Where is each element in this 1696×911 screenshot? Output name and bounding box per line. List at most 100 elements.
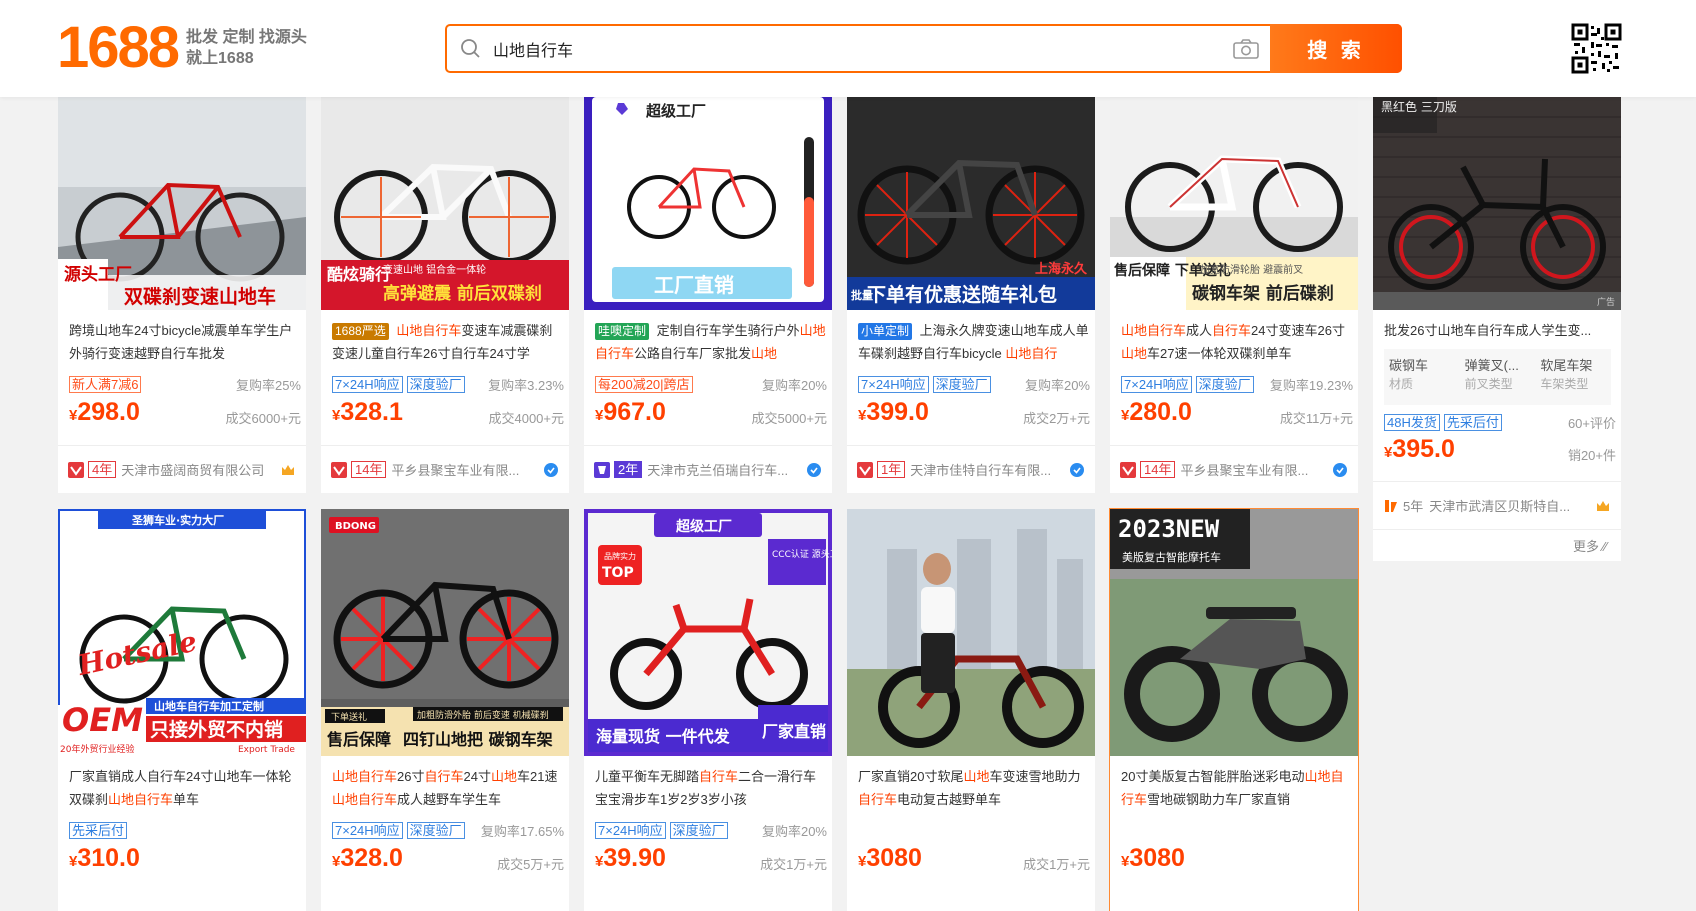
search-box <box>445 24 1402 73</box>
chevron-icon: ⁄⁄ <box>1602 539 1607 554</box>
product-title[interactable]: 1688严选 山地自行车变速车减震碟刹变速儿童自行车26寸自行车24寸学 <box>332 319 564 365</box>
top-header: 1688 批发 定制 找源头 就上1688 搜 索 <box>0 0 1696 97</box>
shop-name[interactable]: 天津市盛阔商贸有限公司 <box>121 460 274 479</box>
product-image[interactable]: 酷炫骑行 变速山地 铝合金一体轮 高弹避震 前后双碟刹 <box>321 97 569 310</box>
product-title[interactable]: 厂家直销成人自行车24寸山地车一体轮双碟刹山地自行车单车 <box>69 765 301 811</box>
service-tag: 7×24H响应 <box>858 375 929 393</box>
price-row: ¥395.0 销20+件 <box>1384 435 1616 467</box>
product-title[interactable]: 20寸美版复古智能胖胎迷彩电动山地自行车雪地碳钢助力车厂家直销 <box>1121 765 1353 811</box>
shop-row[interactable]: 5年 天津市武清区贝斯特自... <box>1373 481 1621 529</box>
search-input[interactable] <box>493 39 1193 58</box>
product-image[interactable]: 工厂直销 超级工厂 <box>584 97 832 310</box>
product-title[interactable]: 哇噢定制 定制自行车学生骑行户外山地自行车公路自行车厂家批发山地 <box>595 319 827 365</box>
shop-row[interactable]: 1年 天津市佳特自行车有限... <box>847 445 1095 493</box>
product-card[interactable]: 厂家直销20寸软尾山地车变速雪地助力自行车电动复古越野单车 ¥3080 成交1万… <box>847 509 1095 911</box>
product-image[interactable]: 黑红色 三刀版 广告 <box>1373 97 1621 310</box>
banner-text: 源头工厂 <box>64 264 132 285</box>
shop-years: 1年 <box>877 461 906 478</box>
product-card[interactable]: 酷炫骑行 变速山地 铝合金一体轮 高弹避震 前后双碟刹 1688严选 山地自行车… <box>321 97 569 493</box>
product-image[interactable]: 圣狮车业·实力大厂 Hotsale OEM 山地车自行车加工定制 只接外贸不内销… <box>58 509 306 756</box>
logo-slogan: 批发 定制 找源头 就上1688 <box>186 27 307 69</box>
camera-search-icon[interactable] <box>1232 38 1260 60</box>
chengxin-icon <box>1385 499 1397 512</box>
service-tag: 深度验厂 <box>1195 375 1254 393</box>
banner-sub-text: 变速山地 铝合金一体轮 <box>383 263 486 276</box>
service-tag: 7×24H响应 <box>332 821 403 839</box>
banner-tiny-text: 下单送礼 <box>331 711 367 723</box>
more-link[interactable]: 更多 ⁄⁄ <box>1373 529 1621 561</box>
tag-row: 7×24H响应 深度验厂 复购率20% <box>595 821 827 839</box>
verified-icon <box>1070 462 1084 477</box>
crown-icon <box>1597 500 1609 511</box>
product-card[interactable]: 源头工厂 双碟刹变速山地车 跨境山地车24寸bicycle减震单车学生户外骑行变… <box>58 97 306 493</box>
tag-row: 7×24H响应 深度验厂 复购率19.23% <box>1121 375 1353 393</box>
shop-icon <box>331 461 347 478</box>
product-image[interactable]: 源头工厂 双碟刹变速山地车 <box>58 97 306 310</box>
product-card[interactable]: 圣狮车业·实力大厂 Hotsale OEM 山地车自行车加工定制 只接外贸不内销… <box>58 509 306 911</box>
product-card[interactable]: 售后保障 下单送礼 加宽防滑轮胎 避震前叉 碳钢车架 前后碟刹 山地自行车成人自… <box>1110 97 1358 493</box>
shop-name[interactable]: 天津市克兰佰瑞自行车... <box>647 460 800 479</box>
attribute-table: 碳钢车 材质 弹簧叉(... 前叉类型 软尾车架 车架类型 <box>1384 349 1611 405</box>
product-card[interactable]: 批量 下单有优惠送随车礼包 上海永久 小单定制 上海永久牌变速山地车成人单车碟刹… <box>847 97 1095 493</box>
rebuy-rate: 复购率19.23% <box>1269 377 1353 393</box>
product-card[interactable]: 超级工厂 品牌实力 TOP CCC认证 源头工厂 闪电发货 海量现货 一件代发 … <box>584 509 832 911</box>
banner-text: 圣狮车业·实力大厂 <box>131 513 224 527</box>
ad-product-card[interactable]: 黑红色 三刀版 广告 批发26寸山地车自行车成人学生变... 碳钢车 材质 弹簧叉… <box>1373 97 1621 561</box>
promo-tag: 每200减20|跨店 <box>595 375 693 393</box>
banner-text: 售后保障 <box>327 730 391 749</box>
verified-icon <box>1333 462 1347 477</box>
tag-row: 新人满7减6 复购率25% <box>69 375 301 393</box>
banner-text: 下单有优惠送随车礼包 <box>867 283 1057 306</box>
shop-row[interactable]: 14年 平乡县聚宝车业有限... <box>321 445 569 493</box>
shop-icon <box>68 461 84 478</box>
banner-sub-text: 加宽防滑轮胎 避震前叉 <box>1200 263 1303 276</box>
price-row: ¥3080 成交1万+元 <box>858 844 1090 876</box>
shop-row[interactable]: 2年 天津市克兰佰瑞自行车... <box>584 445 832 493</box>
banner-text: 只接外贸不内销 <box>150 718 283 741</box>
shop-row[interactable]: 14年 平乡县聚宝车业有限... <box>1110 445 1358 493</box>
qr-code-icon[interactable] <box>1571 23 1622 74</box>
product-title[interactable]: 儿童平衡车无脚踏自行车二合一滑行车宝宝滑步车1岁2岁3岁小孩 <box>595 765 827 811</box>
attr-material: 碳钢车 材质 <box>1389 358 1429 391</box>
banner-text: 海量现货 一件代发 <box>596 727 731 746</box>
service-tag: 7×24H响应 <box>332 375 403 393</box>
shop-name[interactable]: 天津市佳特自行车有限... <box>910 460 1063 479</box>
price-row: ¥298.0 成交6000+元 <box>69 398 301 430</box>
price-row: ¥399.0 成交2万+元 <box>858 398 1090 430</box>
shop-name[interactable]: 平乡县聚宝车业有限... <box>391 460 537 479</box>
product-image[interactable]: 2023NEW 美版复古智能摩托车 <box>1110 509 1358 756</box>
tag-row: 7×24H响应 深度验厂 复购率20% <box>858 375 1090 393</box>
crown-icon <box>282 464 294 475</box>
product-title[interactable]: 批发26寸山地车自行车成人学生变... <box>1384 319 1616 342</box>
shop-years: 14年 <box>351 461 387 478</box>
product-title[interactable]: 山地自行车成人自行车24寸变速车26寸山地车27速一体轮双碟刹单车 <box>1121 319 1353 365</box>
product-card[interactable]: BDONG 下单送礼 加粗防滑外胎 前后变速 机械碟刹 售后保障 四钉山地把 碳… <box>321 509 569 911</box>
product-card-hover[interactable]: 2023NEW 美版复古智能摩托车 20寸美版复古智能胖胎迷彩电动山地自行车雪地… <box>1109 508 1359 911</box>
search-button[interactable]: 搜 索 <box>1270 24 1402 73</box>
banner-sub-text: 美版复古智能摩托车 <box>1122 550 1221 564</box>
super-factory-icon <box>594 461 610 478</box>
custom-tag: 哇噢定制 <box>595 323 650 340</box>
product-title[interactable]: 小单定制 上海永久牌变速山地车成人单车碟刹越野自行车bicycle 山地自行 <box>858 319 1090 365</box>
product-image[interactable]: 超级工厂 品牌实力 TOP CCC认证 源头工厂 闪电发货 海量现货 一件代发 … <box>584 509 832 756</box>
product-image[interactable] <box>847 509 1095 756</box>
banner-text: 厂家直销 <box>762 722 826 741</box>
product-card[interactable]: 工厂直销 超级工厂 哇噢定制 定制自行车学生骑行户外山地自行车公路自行车厂家批发… <box>584 97 832 493</box>
shop-name[interactable]: 天津市武清区贝斯特自... <box>1429 496 1589 515</box>
product-title[interactable]: 跨境山地车24寸bicycle减震单车学生户外骑行变速越野自行车批发 <box>69 319 301 365</box>
banner-text: 上海永久 <box>1035 261 1088 277</box>
product-title[interactable]: 厂家直销20寸软尾山地车变速雪地助力自行车电动复古越野单车 <box>858 765 1090 811</box>
product-image[interactable]: BDONG 下单送礼 加粗防滑外胎 前后变速 机械碟刹 售后保障 四钉山地把 碳… <box>321 509 569 756</box>
price-row: ¥39.90 成交1万+元 <box>595 844 827 876</box>
price-row: ¥328.0 成交5万+元 <box>332 844 564 876</box>
product-title[interactable]: 山地自行车26寸自行车24寸山地车21速山地自行车成人越野车学生车 <box>332 765 564 811</box>
site-logo[interactable]: 1688 批发 定制 找源头 就上1688 <box>57 19 307 77</box>
tag-row: 每200减20|跨店 复购率20% <box>595 375 827 393</box>
banner-text: 2023NEW <box>1118 515 1220 543</box>
shop-row[interactable]: 4年 天津市盛阔商贸有限公司 <box>58 445 306 493</box>
product-image[interactable]: 售后保障 下单送礼 加宽防滑轮胎 避震前叉 碳钢车架 前后碟刹 <box>1110 97 1358 310</box>
deal-amount: 成交5000+元 <box>751 411 827 426</box>
deal-amount: 成交11万+元 <box>1279 411 1353 426</box>
product-image[interactable]: 批量 下单有优惠送随车礼包 上海永久 <box>847 97 1095 310</box>
shop-name[interactable]: 平乡县聚宝车业有限... <box>1180 460 1326 479</box>
